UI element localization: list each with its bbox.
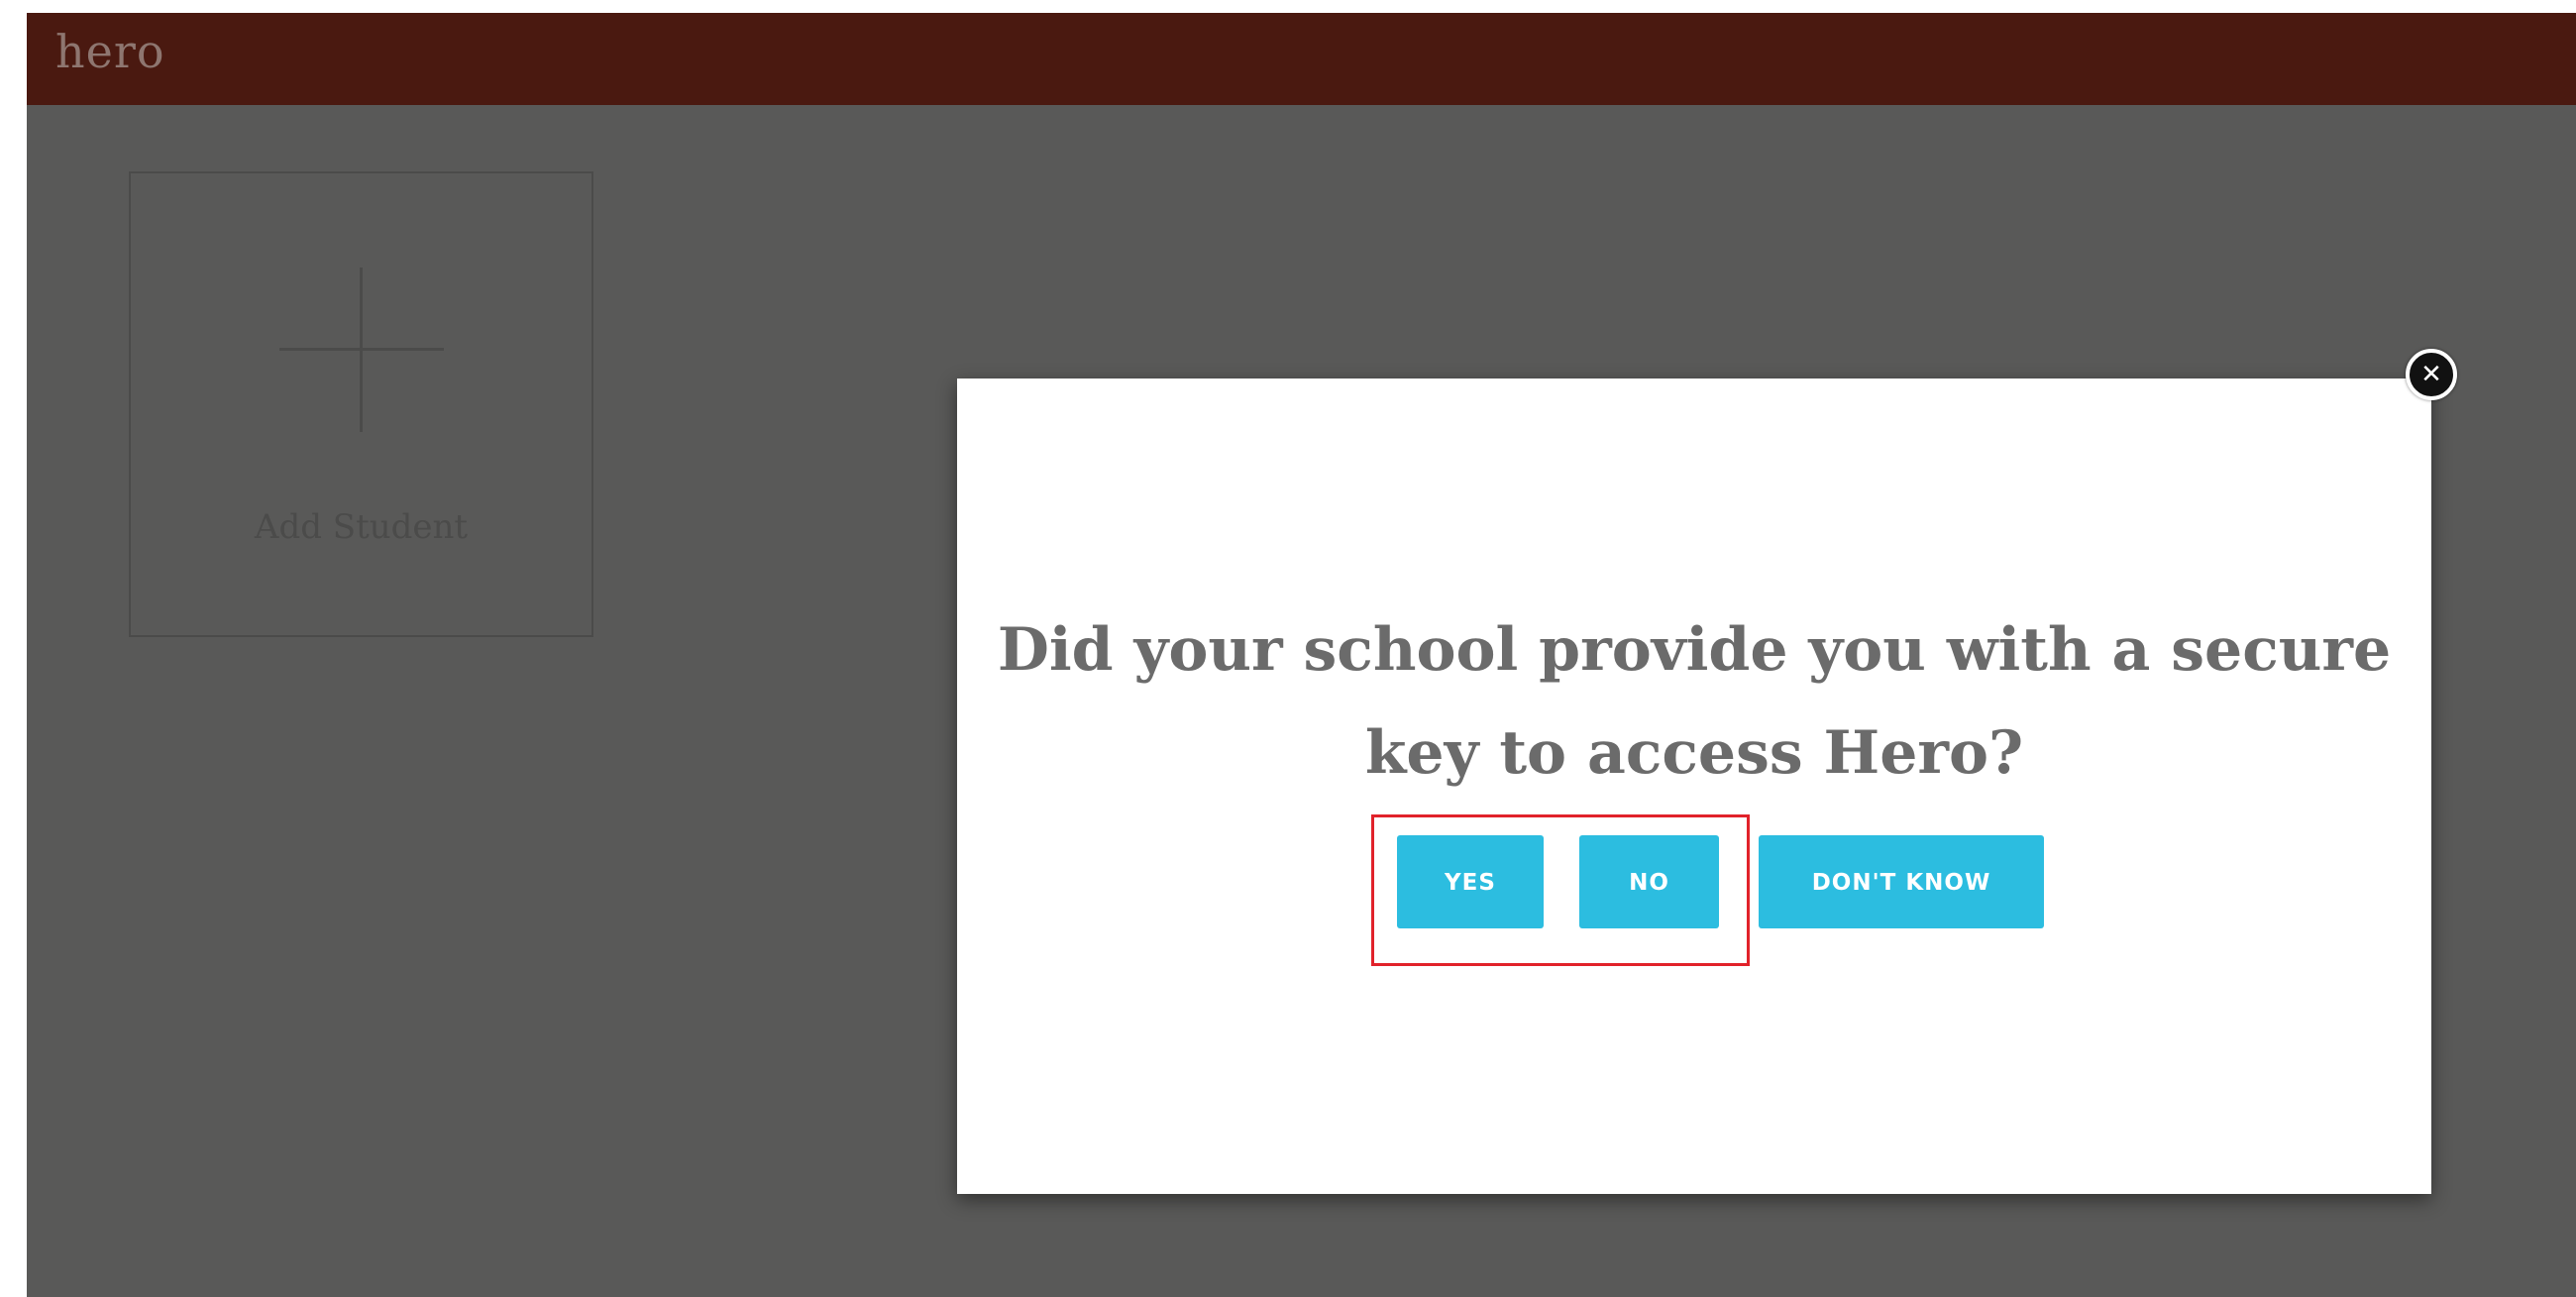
hero-logo[interactable]: hero — [55, 25, 165, 78]
add-student-card[interactable]: Add Student — [129, 171, 593, 637]
plus-icon — [279, 268, 444, 432]
dont-know-button[interactable]: DON'T KNOW — [1759, 835, 2044, 928]
close-icon[interactable]: ✕ — [2406, 349, 2457, 400]
secure-key-modal: Did your school provide you with a secur… — [957, 378, 2431, 1194]
top-bar: hero — [27, 13, 2576, 105]
no-button[interactable]: NO — [1579, 835, 1719, 928]
yes-button[interactable]: YES — [1397, 835, 1544, 928]
modal-question: Did your school provide you with a secur… — [997, 615, 2392, 788]
add-student-label: Add Student — [254, 507, 469, 547]
